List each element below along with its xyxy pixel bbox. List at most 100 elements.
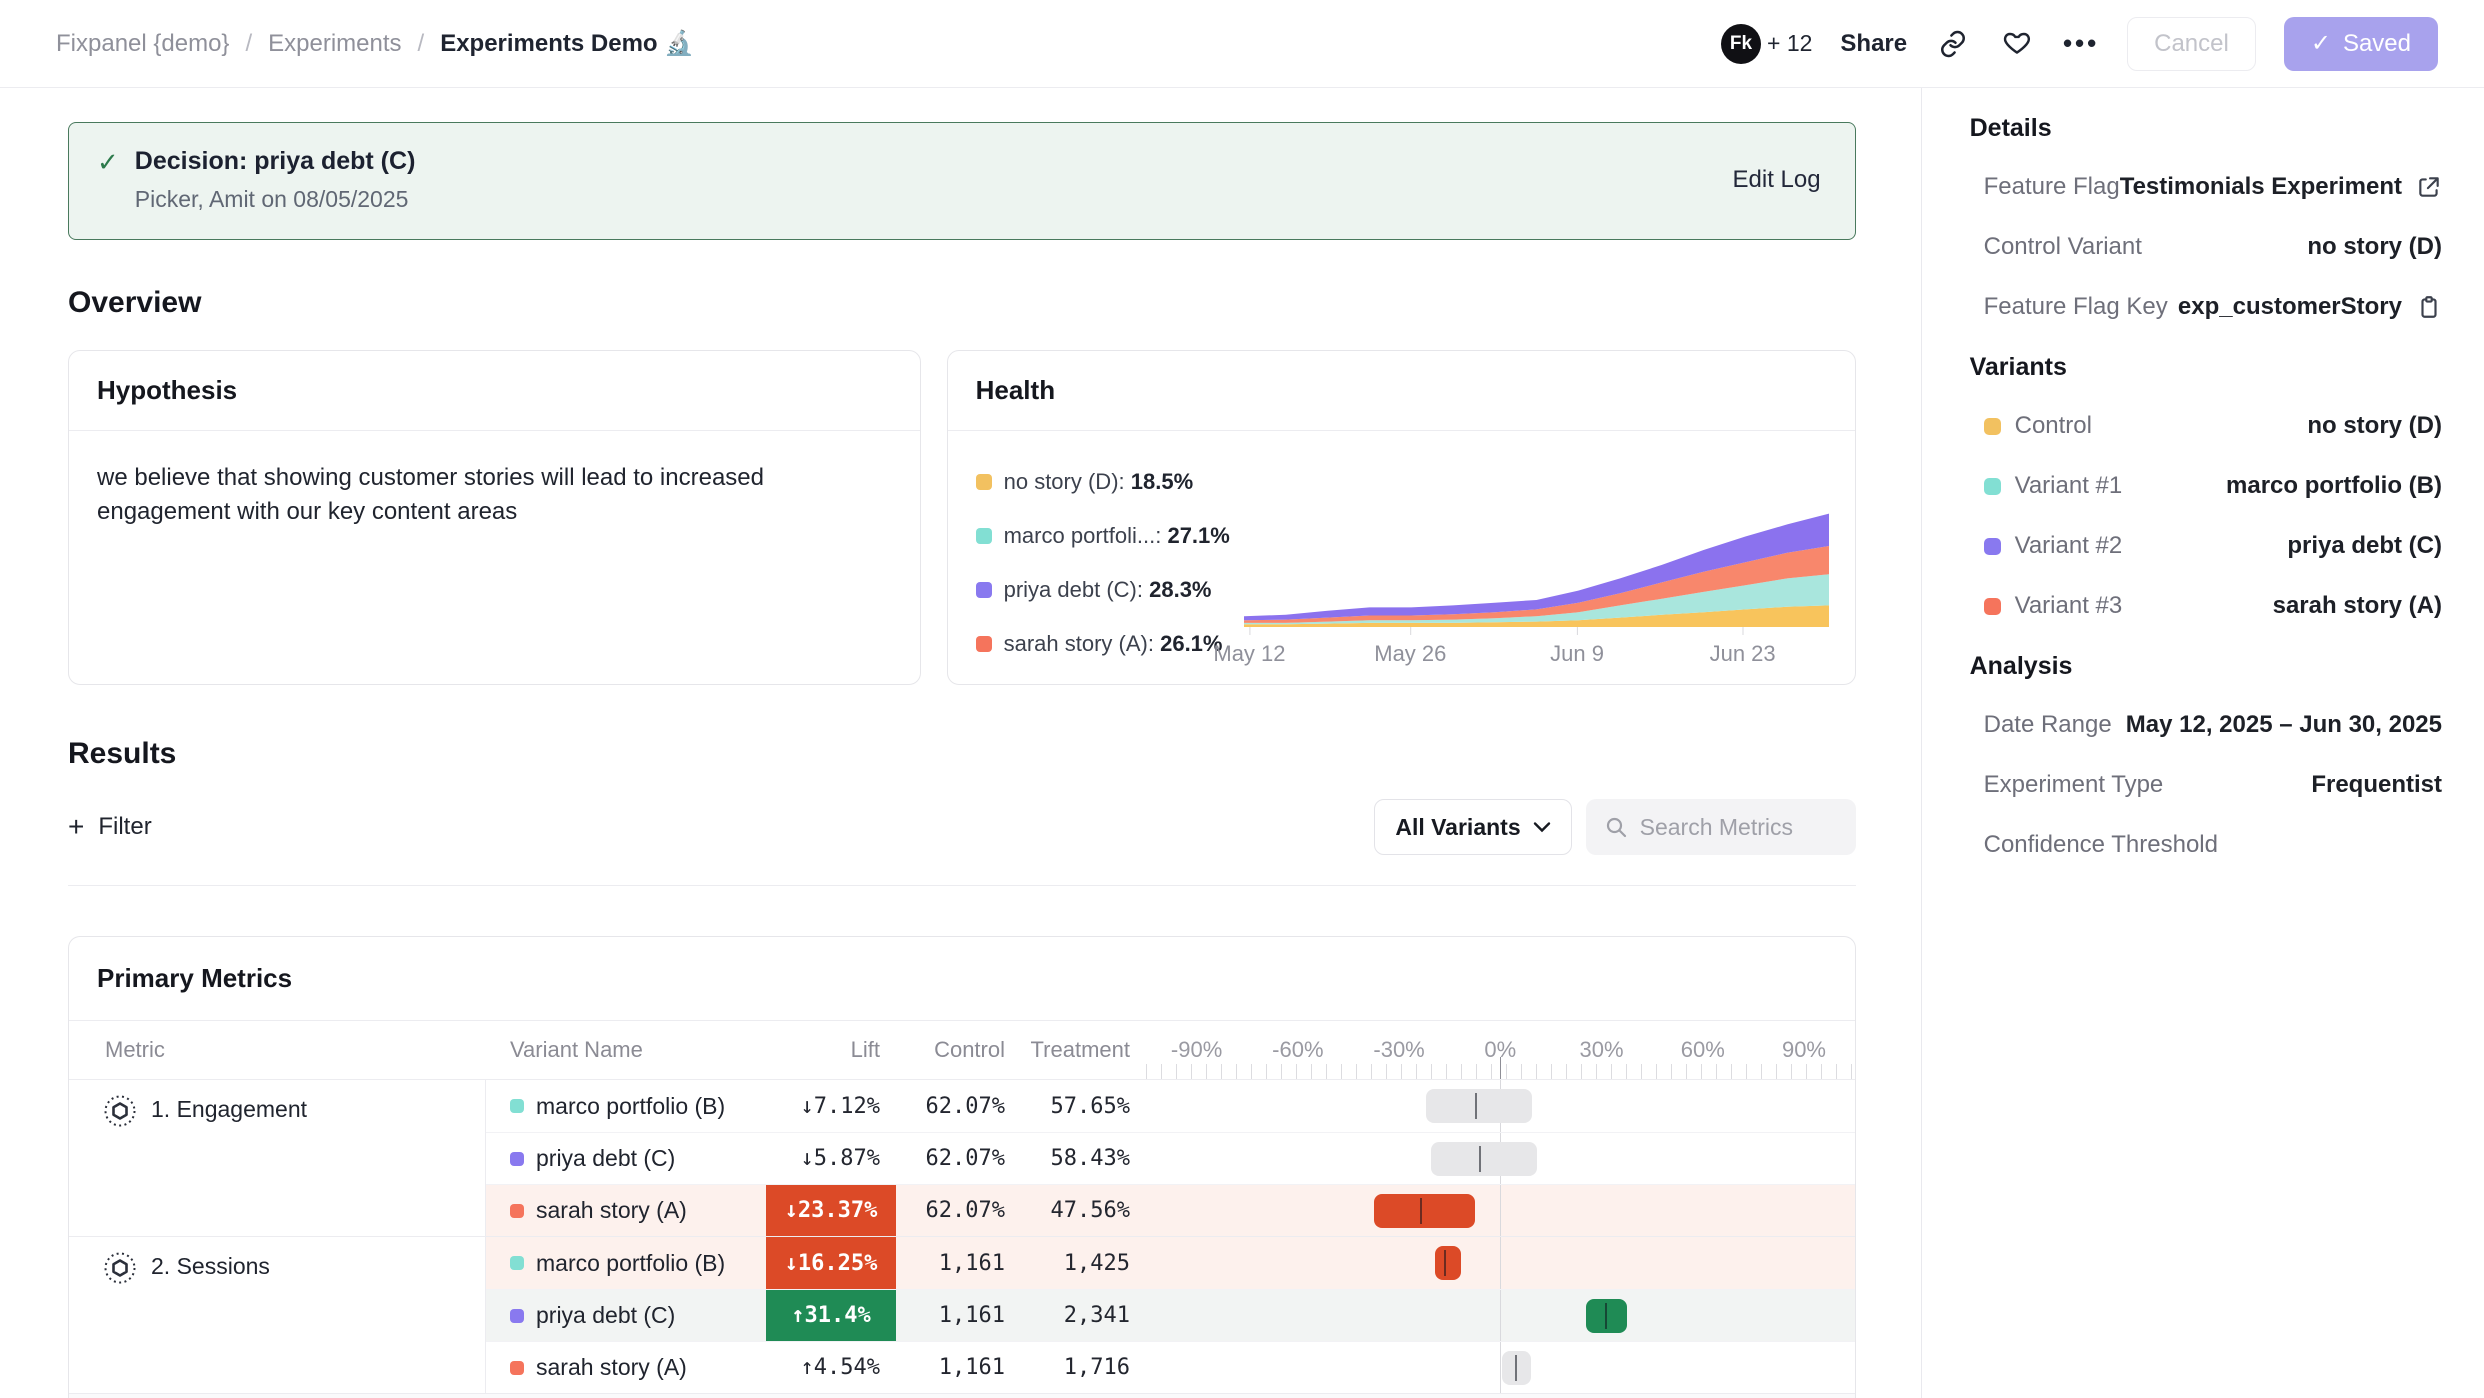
row-label-group: Variant #1 [1984,472,2123,500]
row-label: Feature Flag Key [1984,293,2168,321]
metric-name: 1. Engagement [151,1094,307,1123]
lift-value: ↓16.25% [785,1251,878,1276]
copy-link-icon[interactable] [1935,26,1971,62]
metric-group: 1. Engagement marco portfolio (B) ↓7.12% 62… [69,1079,1855,1236]
col-variant: Variant Name [486,1021,766,1079]
results-divider [68,885,1856,886]
x-axis-label: Jun 23 [1710,641,1776,667]
results-heading: Results [68,737,1856,771]
forest-axis: -90%-60%-30%0%30%60%90% [1146,1021,1855,1079]
more-options-icon[interactable]: ••• [2063,26,2099,62]
control-cell: 62.07% [896,1185,1021,1236]
confidence-interval-cell [1146,1185,1855,1236]
confidence-interval-cell [1146,1080,1855,1132]
metric-cell[interactable]: 1. Engagement [69,1080,486,1236]
table-footer: + Add [69,1393,1855,1398]
row-label: Variant #3 [2015,592,2123,620]
legend-item[interactable]: priya debt (C): 28.3% [976,577,1244,603]
metric-name: 2. Sessions [151,1251,270,1280]
legend-value: 27.1% [1167,523,1229,548]
treatment-cell: 1,716 [1021,1342,1146,1393]
chevron-down-icon [1533,821,1551,833]
favorite-heart-icon[interactable] [1999,26,2035,62]
health-title: Health [976,375,1055,405]
cancel-button[interactable]: Cancel [2127,17,2256,71]
treatment-cell: 58.43% [1021,1133,1146,1184]
confidence-interval-bar [1426,1089,1532,1123]
legend-label: sarah story (A): 26.1% [1004,631,1223,657]
variants-dropdown[interactable]: All Variants [1374,799,1571,855]
x-axis-label: May 12 [1213,641,1285,667]
metric-group: 2. Sessions marco portfolio (B) ↓16.25% 1,1… [69,1236,1855,1393]
col-lift: Lift [766,1021,896,1079]
variant-cell: sarah story (A) [486,1342,766,1393]
variant-cell: marco portfolio (B) [486,1237,766,1289]
table-row[interactable]: marco portfolio (B)↓7.12%62.07%57.65% [486,1080,1855,1132]
table-row[interactable]: priya debt (C) ↑31.4% 1,161 2,341 [486,1289,1855,1341]
variant-color-dot [510,1361,524,1375]
saved-button[interactable]: ✓ Saved [2284,17,2438,71]
decision-check-icon: ✓ [97,147,119,213]
share-button[interactable]: Share [1840,30,1907,58]
legend-item[interactable]: sarah story (A): 26.1% [976,631,1244,657]
control-value: 1,161 [939,1355,1005,1380]
row-value-group: Testimonials Experiment [2120,173,2442,201]
table-row[interactable]: marco portfolio (B)↓16.25%1,1611,425 [486,1237,1855,1289]
forest-axis-label: 90% [1782,1037,1826,1063]
hypothesis-title: Hypothesis [97,375,237,405]
lift-value: ↓7.12% [801,1094,880,1119]
variant-cell: marco portfolio (B) [486,1080,766,1132]
lift-cell: ↑31.4% [766,1290,896,1341]
variant-name: sarah story (A) [536,1197,687,1224]
control-cell: 1,161 [896,1290,1021,1341]
legend-item[interactable]: marco portfoli...: 27.1% [976,523,1244,549]
confidence-interval-cell [1146,1237,1855,1289]
copy-icon[interactable] [2416,294,2442,320]
lift-cell: ↓7.12% [766,1080,896,1132]
health-legend: no story (D): 18.5% marco portfoli...: 27… [976,451,1244,685]
breadcrumb-project[interactable]: Fixpanel {demo} [56,30,229,58]
table-header: Metric Variant Name Lift Control Treatme… [69,1021,1855,1079]
legend-value: 28.3% [1149,577,1211,602]
search-metrics-input[interactable] [1640,814,1830,841]
ci-mean-tick [1515,1355,1517,1381]
health-area-chart [1244,455,1829,637]
detail-row: Date RangeMay 12, 2025 – Jun 30, 2025 [1970,711,2442,739]
variant-name: priya debt (C) [536,1302,675,1329]
metric-cell[interactable]: 2. Sessions [69,1237,486,1393]
row-label: Variant #2 [2015,532,2123,560]
control-cell: 62.07% [896,1133,1021,1184]
avatar[interactable]: Fk [1721,24,1761,64]
table-row[interactable]: sarah story (A) ↓23.37%62.07% 47.56% [486,1184,1855,1236]
table-row[interactable]: sarah story (A)↑4.54%1,1611,716 [486,1341,1855,1393]
external-link-icon[interactable] [2416,174,2442,200]
treatment-value: 2,341 [1064,1303,1130,1328]
details-sidebar: Details Feature FlagTestimonials Experim… [1921,88,2484,1398]
metrics-search [1586,799,1856,855]
decision-banner: ✓ Decision: priya debt (C) Picker, Amit … [68,122,1856,240]
primary-metrics-card: Primary Metrics Metric Variant Name Lift… [68,936,1856,1398]
variant-name: priya debt (C) [536,1145,675,1172]
confidence-interval-bar [1374,1194,1475,1228]
lift-cell: ↓23.37% [766,1185,896,1236]
breadcrumb-experiments[interactable]: Experiments [268,30,401,58]
row-label: Experiment Type [1984,771,2164,799]
row-label-group: Feature Flag Key [1984,293,2168,321]
detail-row: Experiment Type Frequentist [1970,771,2442,799]
primary-metrics-title: Primary Metrics [97,963,292,993]
row-value: Frequentist [2311,771,2442,799]
col-treatment: Treatment [1021,1021,1146,1079]
row-label-group: Confidence Threshold [1984,831,2218,859]
row-label-group: Date Range [1984,711,2112,739]
control-value: 1,161 [939,1303,1005,1328]
edit-log-button[interactable]: Edit Log [1733,166,1821,194]
legend-item[interactable]: no story (D): 18.5% [976,469,1244,495]
table-row[interactable]: priya debt (C)↓5.87%62.07%58.43% [486,1132,1855,1184]
add-filter-button[interactable]: + Filter [68,813,152,841]
detail-row: Feature Flag Keyexp_customerStory [1970,293,2442,321]
treatment-value: 1,425 [1064,1251,1130,1276]
treatment-value: 47.56% [1051,1198,1130,1223]
confidence-interval-cell [1146,1290,1855,1341]
col-control: Control [896,1021,1021,1079]
legend-color-chip [976,528,992,544]
